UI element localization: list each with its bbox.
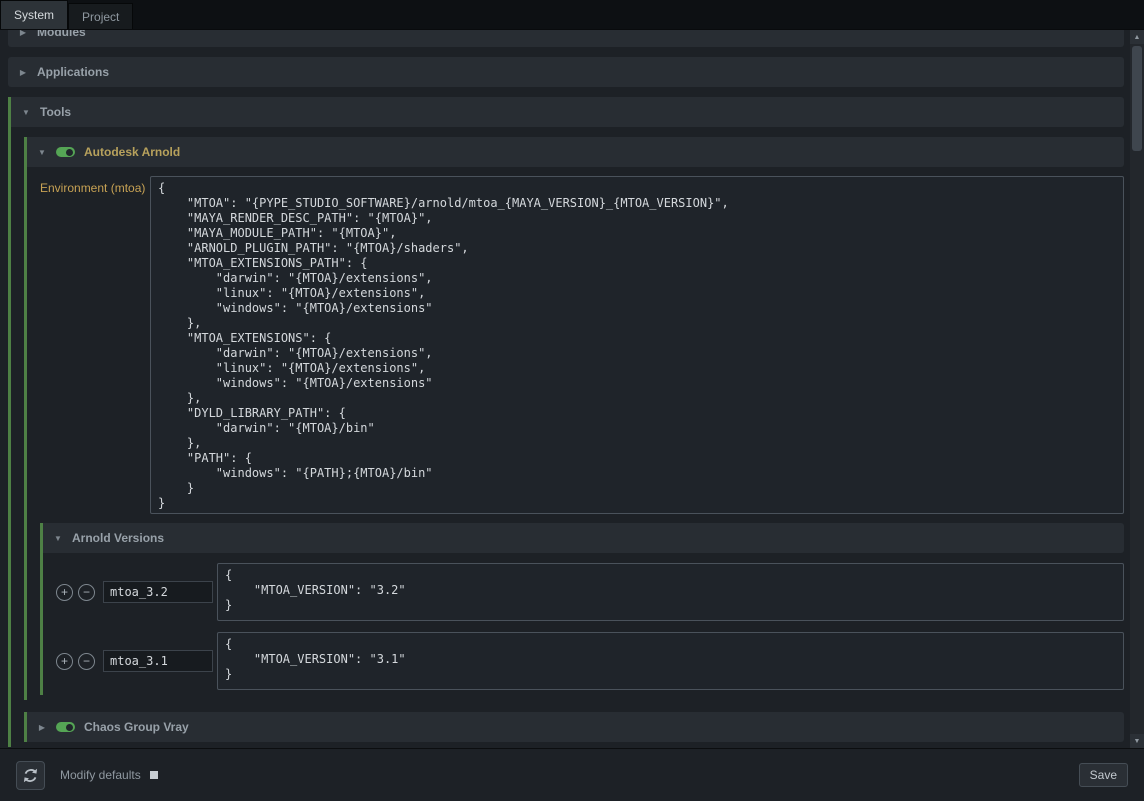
modify-defaults-label: Modify defaults (60, 768, 141, 782)
section-applications: ▶ Applications (8, 57, 1124, 87)
save-button[interactable]: Save (1079, 763, 1128, 787)
section-modules-header[interactable]: ▶ Modules (8, 30, 1124, 47)
tab-bar: System Project (0, 0, 1144, 30)
modify-defaults-checkbox[interactable] (150, 771, 158, 779)
vray-enabled-toggle[interactable] (56, 722, 75, 732)
environment-mtoa-label: Environment (mtoa) (40, 176, 150, 195)
version-key-input[interactable] (103, 650, 213, 672)
refresh-icon (22, 767, 39, 784)
scrollbar-up-arrow[interactable]: ▲ (1130, 30, 1144, 44)
vertical-scrollbar[interactable]: ▲ ▼ (1130, 30, 1144, 748)
tab-system[interactable]: System (0, 0, 68, 29)
section-modules: ▶ Modules (8, 30, 1124, 47)
remove-version-button[interactable]: − (78, 653, 95, 670)
expanded-arrow-icon: ▼ (53, 534, 63, 543)
version-row: + − { "MTOA_VERSION": "3.1" } (43, 632, 1124, 690)
arnold-body: Environment (mtoa) { "MTOA": "{PYPE_STUD… (27, 176, 1124, 695)
arnold-versions-header[interactable]: ▼ Arnold Versions (43, 523, 1124, 553)
refresh-button[interactable] (16, 761, 45, 790)
arnold-versions-label: Arnold Versions (72, 531, 164, 545)
tools-body: ▼ Autodesk Arnold Environment (mtoa) { "… (11, 137, 1124, 742)
environment-mtoa-json-editor[interactable]: { "MTOA": "{PYPE_STUDIO_SOFTWARE}/arnold… (150, 176, 1124, 514)
add-version-button[interactable]: + (56, 584, 73, 601)
section-tools-label: Tools (40, 105, 71, 119)
arnold-enabled-toggle[interactable] (56, 147, 75, 157)
section-arnold-versions: ▼ Arnold Versions + − { "MTOA_VERSION": … (40, 523, 1124, 695)
expanded-arrow-icon: ▼ (21, 108, 31, 117)
version-row: + − { "MTOA_VERSION": "3.2" } (43, 563, 1124, 621)
footer: Modify defaults Save (0, 748, 1144, 801)
section-modules-label: Modules (37, 30, 86, 39)
collapsed-arrow-icon: ▶ (18, 68, 28, 77)
section-applications-label: Applications (37, 65, 109, 79)
version-json-editor[interactable]: { "MTOA_VERSION": "3.1" } (217, 632, 1124, 690)
section-chaos-group-vray[interactable]: ▶ Chaos Group Vray (24, 712, 1124, 742)
scrollbar-thumb[interactable] (1132, 46, 1142, 151)
settings-window: System Project ▶ Modules ▶ Applications … (0, 0, 1144, 801)
remove-version-button[interactable]: − (78, 584, 95, 601)
expanded-arrow-icon: ▼ (37, 148, 47, 157)
add-version-button[interactable]: + (56, 653, 73, 670)
collapsed-arrow-icon: ▶ (18, 30, 28, 37)
version-json-editor[interactable]: { "MTOA_VERSION": "3.2" } (217, 563, 1124, 621)
section-autodesk-arnold: ▼ Autodesk Arnold Environment (mtoa) { "… (24, 137, 1124, 700)
autodesk-arnold-label: Autodesk Arnold (84, 145, 180, 159)
section-applications-header[interactable]: ▶ Applications (8, 57, 1124, 87)
section-tools-header[interactable]: ▼ Tools (11, 97, 1124, 127)
version-key-input[interactable] (103, 581, 213, 603)
scrollbar-down-arrow[interactable]: ▼ (1130, 734, 1144, 748)
tab-project[interactable]: Project (68, 3, 133, 29)
settings-scroll-area: ▶ Modules ▶ Applications ▼ Tools ▼ (0, 30, 1130, 748)
collapsed-arrow-icon: ▶ (37, 723, 47, 732)
chaos-group-vray-label: Chaos Group Vray (84, 720, 189, 734)
autodesk-arnold-header[interactable]: ▼ Autodesk Arnold (27, 137, 1124, 167)
section-tools: ▼ Tools ▼ Autodesk Arnold Environment (m… (8, 97, 1124, 747)
scrollbar-track[interactable] (1130, 44, 1144, 734)
environment-field-row: Environment (mtoa) { "MTOA": "{PYPE_STUD… (40, 176, 1124, 514)
